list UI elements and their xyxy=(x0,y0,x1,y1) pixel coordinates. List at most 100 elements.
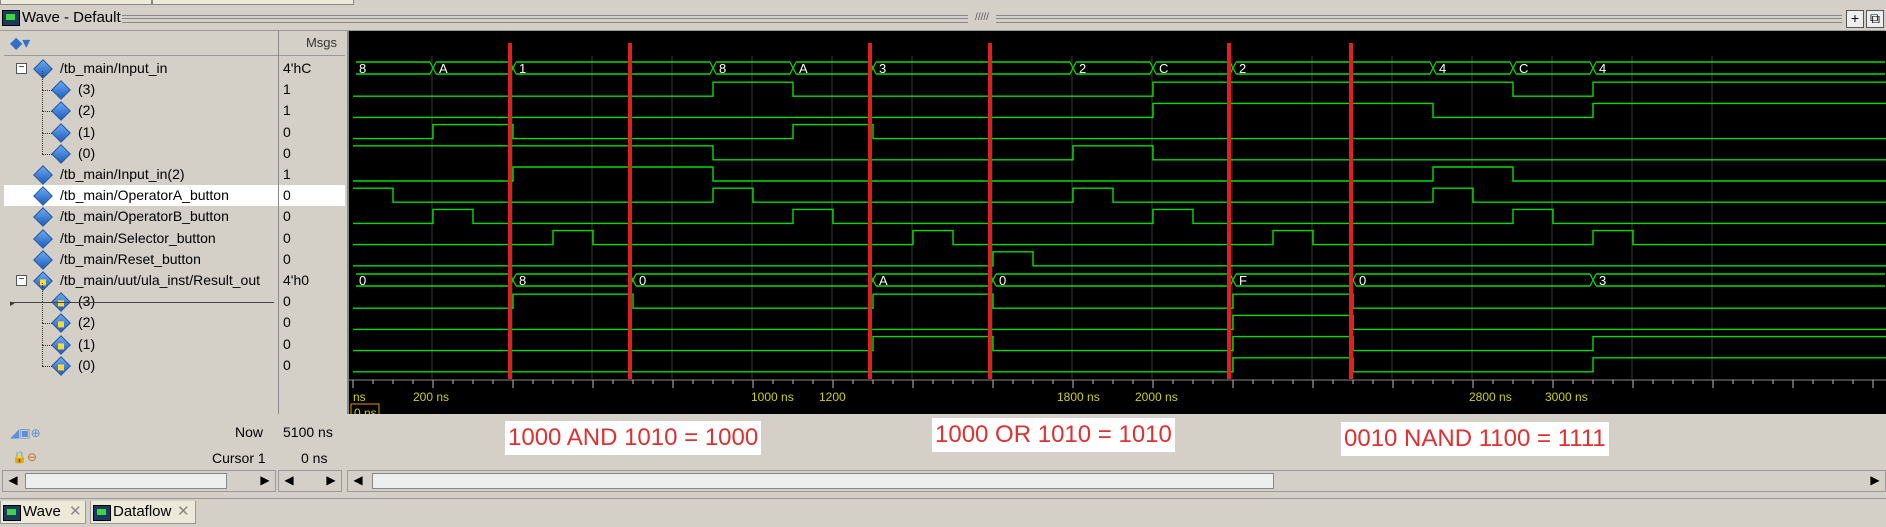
signal-value-text: 0 xyxy=(283,293,291,310)
bus-value-label: F xyxy=(1239,273,1247,288)
grip-handle[interactable]: ///// xyxy=(968,12,996,24)
bus-trace xyxy=(996,273,1230,287)
signal-row[interactable]: (0) xyxy=(4,134,279,164)
tree-line xyxy=(42,283,43,303)
timeline-tick-label: 1200 xyxy=(819,390,846,404)
bus-transition xyxy=(1509,61,1517,75)
signal-row[interactable]: (1) xyxy=(4,113,279,143)
timeline-tick-label: 1000 ns xyxy=(751,390,794,404)
scroll-thumb[interactable] xyxy=(25,473,227,489)
signal-value: 0 xyxy=(279,143,345,164)
bus-value-label: 1 xyxy=(519,61,526,76)
signal-name: (1) xyxy=(78,335,96,352)
close-icon[interactable]: ✕ xyxy=(177,502,190,520)
signal-row[interactable]: (3) xyxy=(4,71,279,101)
signal-row[interactable]: − /tb_main/uut/ula_inst/Result_out xyxy=(4,270,279,291)
bus-trace xyxy=(516,273,630,287)
timeline-tick-label: ns xyxy=(353,390,366,404)
signal-value: 0 xyxy=(279,291,345,312)
input-signal-icon xyxy=(33,228,53,249)
tab-dataflow[interactable]: Dataflow ✕ xyxy=(90,501,196,524)
signal-row[interactable]: /tb_main/Reset_button xyxy=(4,249,279,270)
bus-value-label: 8 xyxy=(359,61,366,76)
signal-value: 0 xyxy=(279,334,345,355)
collapse-icon[interactable]: − xyxy=(16,63,27,74)
scroll-thumb[interactable] xyxy=(372,473,1274,489)
bus-trace xyxy=(636,273,870,287)
signal-value: 0 xyxy=(279,185,345,207)
tree-line xyxy=(42,134,43,154)
signal-row[interactable]: /tb_main/OperatorA_button xyxy=(4,185,279,207)
output-signal-icon xyxy=(33,271,53,291)
timeline-tick-label: 3000 ns xyxy=(1545,390,1588,404)
cursor-lock-icon[interactable]: 🔒⊖ xyxy=(12,450,37,464)
bus-value-label: A xyxy=(439,61,448,76)
bus-trace xyxy=(1076,61,1150,75)
signal-value-text: 0 xyxy=(283,123,291,140)
signal-name: (0) xyxy=(78,356,96,373)
scroll-left-icon[interactable]: ◀ xyxy=(350,472,366,488)
bus-transition xyxy=(1589,61,1597,75)
values-scrollbar[interactable]: ◀ ▶ xyxy=(278,470,342,492)
signal-icon[interactable]: ◆▾ xyxy=(10,33,30,53)
signal-trace xyxy=(353,293,1886,309)
tab-wave[interactable]: Wave ✕ xyxy=(0,501,86,524)
zoom-icon[interactable]: ◢▣⊕ xyxy=(10,426,41,440)
signal-trace xyxy=(353,208,1886,225)
signal-row[interactable]: /tb_main/Input_in(2) xyxy=(4,164,279,185)
bus-trace xyxy=(1436,61,1510,75)
bus-transition xyxy=(789,61,797,75)
bus-transition xyxy=(1589,273,1597,287)
signal-row[interactable]: /tb_main/OperatorB_button xyxy=(4,206,279,228)
wave-scrollbar[interactable]: ◀ ▶ xyxy=(347,470,1886,492)
bus-value-label: C xyxy=(1519,61,1528,76)
signal-value: 1 xyxy=(279,79,345,100)
input-signal-icon xyxy=(51,101,71,122)
timeline-bg xyxy=(349,379,1886,414)
signal-row[interactable]: (2) xyxy=(4,92,279,122)
signal-value-text: 0 xyxy=(283,314,291,331)
undock-button[interactable]: ⧉ xyxy=(1866,10,1884,28)
bus-value-label: 3 xyxy=(879,61,886,76)
signal-name: (2) xyxy=(78,102,96,119)
waveform-pane[interactable]: 8 A 1 8 A 3 2 C 2 4 C 4 0 8 0 A 0 F 0 3 ns 200 ns 1000 ns 1200 1… xyxy=(347,31,1886,414)
bus-value-label: A xyxy=(799,61,808,76)
waveform-canvas[interactable]: 8 A 1 8 A 3 2 C 2 4 C 4 0 8 0 A 0 F 0 3 ns 200 ns 1000 ns 1200 1… xyxy=(349,31,1886,414)
tree-line xyxy=(42,346,43,366)
scroll-right-icon[interactable]: ▶ xyxy=(1867,472,1883,488)
signal-name: /tb_main/Input_in(2) xyxy=(60,166,185,182)
signal-row[interactable]: (2) xyxy=(4,304,279,334)
top-tab-segment[interactable] xyxy=(152,0,354,5)
input-signal-icon xyxy=(33,165,53,185)
tab-dataflow-label: Dataflow xyxy=(113,503,172,520)
signal-row[interactable]: /tb_main/Selector_button xyxy=(4,228,279,249)
dock-plus-button[interactable]: + xyxy=(1846,10,1864,28)
close-icon[interactable]: ✕ xyxy=(69,502,82,520)
signal-row[interactable]: (1) xyxy=(4,325,279,355)
cursor-box-label: 0 ns xyxy=(354,406,377,414)
title-bar: Wave - Default ///// + ⧉ xyxy=(0,6,1886,31)
timeline-tick-label: 200 ns xyxy=(413,390,449,404)
scroll-right-icon[interactable]: ▶ xyxy=(257,472,273,488)
scroll-left-icon[interactable]: ◀ xyxy=(5,472,21,488)
signal-name: (0) xyxy=(78,144,96,161)
bus-trace xyxy=(356,61,430,75)
signal-trace xyxy=(353,251,1886,267)
collapse-icon[interactable]: − xyxy=(16,275,27,286)
wave-panes: ◆▾ − /tb_main/Input_in (3) (2) (1) (0) /tb_mai… xyxy=(0,31,1886,414)
signal-value-text: 0 xyxy=(283,229,291,246)
input-signal-icon xyxy=(33,249,53,270)
scroll-left-icon[interactable]: ◀ xyxy=(281,472,297,488)
msgs-label: Msgs xyxy=(305,35,337,50)
signal-name: (3) xyxy=(78,81,96,98)
names-scrollbar[interactable]: ◀ ▶ xyxy=(2,470,276,492)
top-tab-segment[interactable] xyxy=(0,0,152,5)
tree-line xyxy=(42,71,43,91)
signal-row[interactable]: (0) xyxy=(4,346,279,376)
scroll-right-icon[interactable]: ▶ xyxy=(323,472,339,488)
signal-trace xyxy=(353,166,1886,182)
names-header: ◆▾ xyxy=(4,31,279,56)
bus-transition xyxy=(1149,61,1157,75)
signal-row[interactable]: − /tb_main/Input_in xyxy=(4,58,279,79)
tree-line xyxy=(42,325,43,345)
